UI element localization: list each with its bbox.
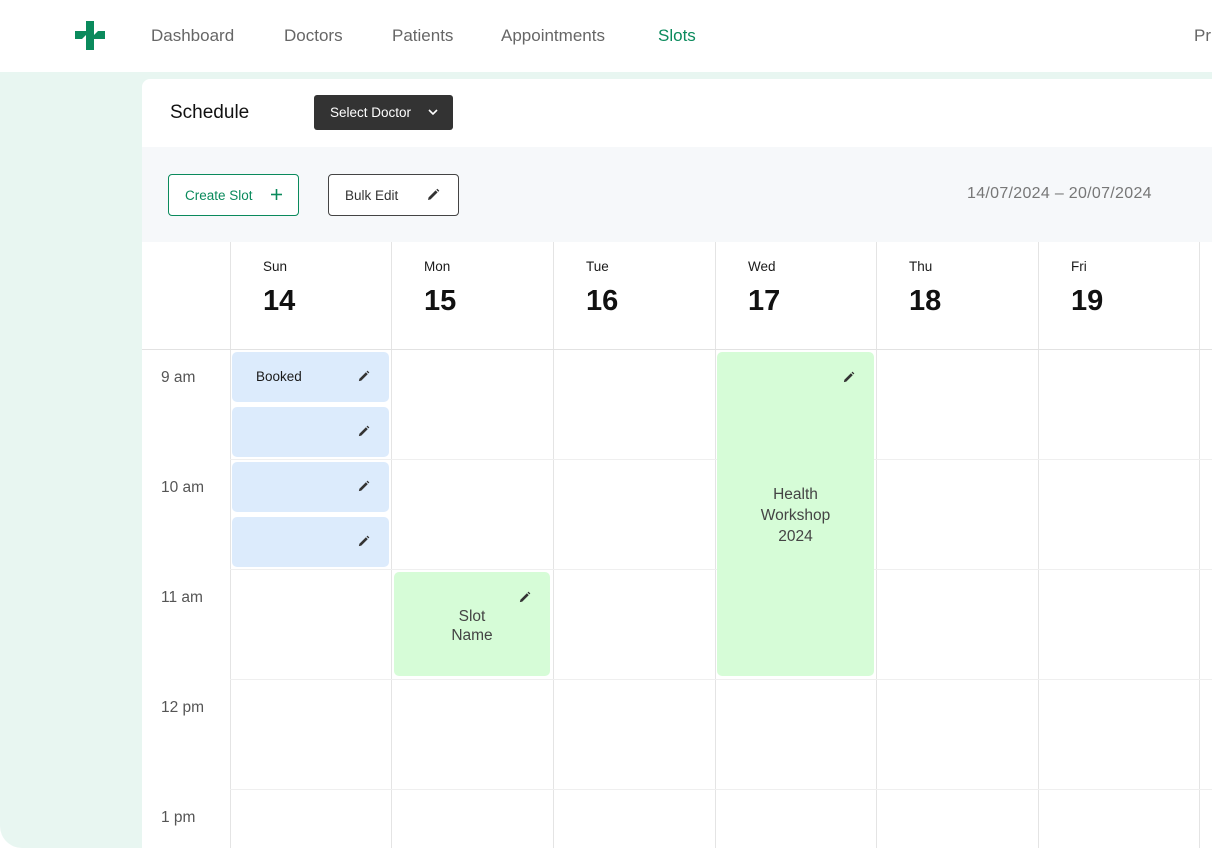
nav-appointments[interactable]: Appointments: [501, 25, 605, 47]
nav-profile[interactable]: Pr: [1194, 25, 1211, 47]
time-label: 1 pm: [161, 809, 196, 826]
nav-slots[interactable]: Slots: [658, 25, 696, 47]
nav-patients[interactable]: Patients: [392, 25, 453, 47]
pencil-icon[interactable]: [357, 480, 370, 493]
schedule-card: Schedule Select Doctor Create Slot Bulk …: [142, 79, 1212, 848]
day-header-thu: Thu 18: [876, 242, 1037, 349]
select-doctor-dropdown[interactable]: Select Doctor: [314, 95, 453, 130]
event-title-line2: Workshop: [760, 507, 831, 524]
column-divider: [1199, 242, 1200, 848]
pencil-icon[interactable]: [357, 535, 370, 548]
row-divider: [230, 679, 1212, 680]
row-divider: [230, 789, 1212, 790]
toolbar: Create Slot Bulk Edit 14/07/2024 – 20/07…: [142, 147, 1212, 242]
top-nav: Dashboard Doctors Patients Appointments …: [0, 0, 1212, 72]
slot-name-line2: Name: [451, 627, 493, 644]
day-number: 17: [748, 285, 781, 317]
nav-dashboard[interactable]: Dashboard: [151, 25, 234, 47]
day-number: 16: [586, 285, 619, 317]
slot-name-line1: Slot: [458, 608, 486, 625]
pencil-icon[interactable]: [357, 370, 370, 383]
day-name: Fri: [1071, 259, 1087, 274]
day-name: Tue: [586, 259, 609, 274]
event-title-line1: Health: [773, 486, 818, 503]
day-name: Mon: [424, 259, 451, 274]
day-number: 19: [1071, 285, 1104, 317]
time-label: 9 am: [161, 369, 196, 386]
slot-event-health-workshop[interactable]: Health Workshop 2024: [717, 352, 874, 676]
day-name: Wed: [748, 259, 776, 274]
calendar-grid: Sun 14 Mon 15 Tue 16 Wed 17 Thu 18 Fri 1…: [142, 242, 1212, 848]
day-header-tue: Tue 16: [553, 242, 714, 349]
chevron-down-icon: [428, 109, 438, 116]
pencil-icon[interactable]: [518, 591, 531, 604]
slot-label: Booked: [256, 369, 302, 384]
time-label: 12 pm: [161, 699, 205, 716]
pencil-icon[interactable]: [842, 371, 855, 384]
bulk-edit-label: Bulk Edit: [345, 187, 399, 203]
plus-icon: [271, 189, 282, 200]
day-header-sun: Sun 14: [230, 242, 391, 349]
day-header-mon: Mon 15: [391, 242, 552, 349]
slot-booked[interactable]: Booked: [232, 352, 389, 402]
pencil-icon: [428, 188, 440, 200]
day-number: 15: [424, 285, 457, 317]
time-label: 11 am: [161, 589, 203, 606]
event-title-line3: 2024: [778, 528, 813, 545]
time-label: 10 am: [161, 479, 205, 496]
create-slot-label: Create Slot: [185, 187, 253, 203]
day-header-wed: Wed 17: [715, 242, 876, 349]
nav-doctors[interactable]: Doctors: [284, 25, 343, 47]
day-name: Thu: [909, 259, 933, 274]
bulk-edit-button[interactable]: Bulk Edit: [328, 174, 459, 216]
select-doctor-label: Select Doctor: [330, 105, 412, 120]
slot-booked[interactable]: [232, 517, 389, 567]
day-header-fri: Fri 19: [1038, 242, 1199, 349]
page-title: Schedule: [170, 102, 250, 123]
medical-cross-icon[interactable]: [75, 21, 105, 50]
create-slot-button[interactable]: Create Slot: [168, 174, 299, 216]
slot-booked[interactable]: [232, 407, 389, 457]
header-divider: [142, 349, 1212, 350]
day-number: 18: [909, 285, 942, 317]
pencil-icon[interactable]: [357, 425, 370, 438]
day-number: 14: [263, 285, 296, 317]
slot-booked[interactable]: [232, 462, 389, 512]
date-range[interactable]: 14/07/2024 – 20/07/2024: [967, 185, 1152, 203]
slot-event[interactable]: Slot Name: [394, 572, 550, 676]
day-name: Sun: [263, 259, 288, 274]
